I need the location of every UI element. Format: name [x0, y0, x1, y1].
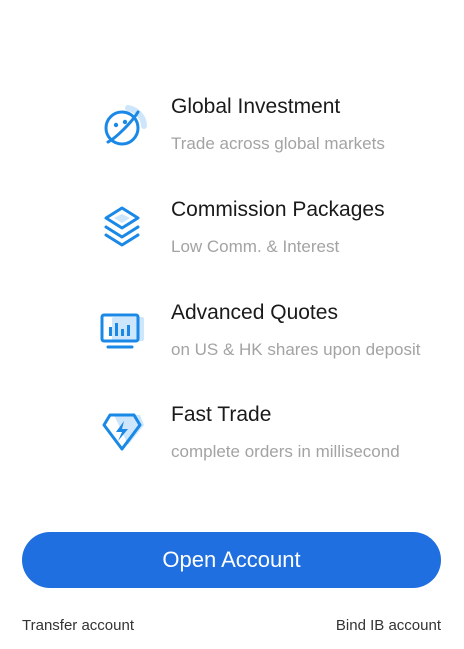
layers-icon — [98, 202, 148, 252]
account-intro-page: Global Investment Trade across global ma… — [0, 0, 464, 649]
chart-monitor-icon — [98, 305, 148, 355]
bind-ib-account-link[interactable]: Bind IB account — [336, 617, 441, 634]
transfer-account-link[interactable]: Transfer account — [22, 617, 134, 634]
feature-title: Advanced Quotes — [171, 301, 338, 324]
feature-description: Trade across global markets — [171, 134, 385, 153]
feature-title: Fast Trade — [171, 403, 272, 426]
diamond-bolt-icon — [98, 407, 148, 457]
feature-title: Commission Packages — [171, 198, 385, 221]
feature-title: Global Investment — [171, 95, 341, 118]
feature-description: on US & HK shares upon deposit — [171, 340, 421, 359]
open-account-button[interactable]: Open Account — [22, 532, 441, 588]
globe-icon — [98, 102, 148, 152]
feature-description: complete orders in millisecond — [171, 442, 400, 461]
feature-description: Low Comm. & Interest — [171, 237, 340, 256]
